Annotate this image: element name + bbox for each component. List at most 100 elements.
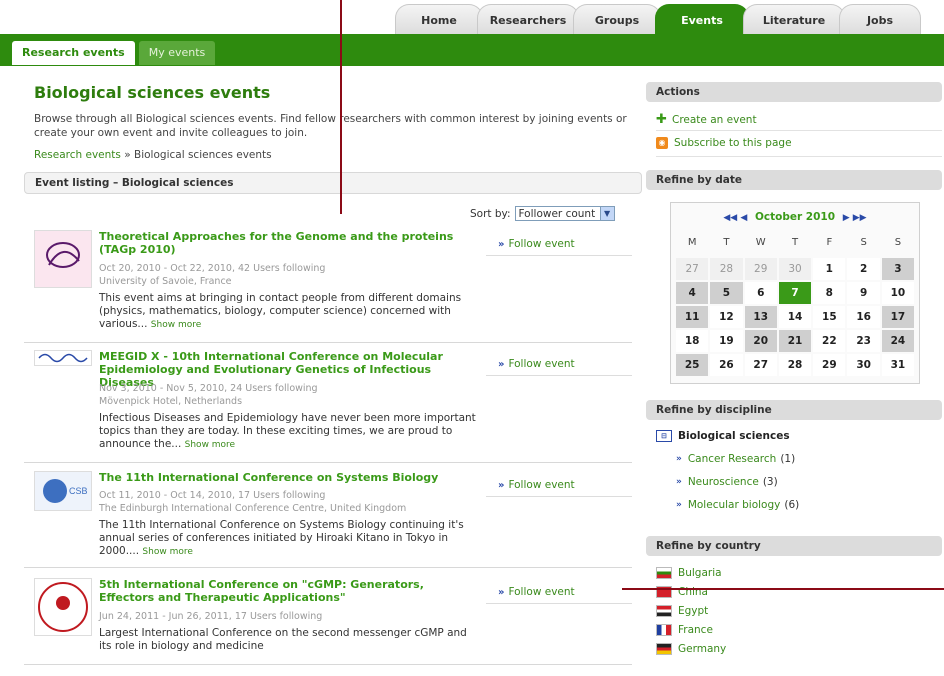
tab-events[interactable]: Events [655,4,749,35]
show-more-link[interactable]: Show more [151,320,201,330]
discipline-item[interactable]: » Neuroscience (3) [676,476,778,488]
breadcrumb-current: Biological sciences events [134,149,272,161]
tab-home[interactable]: Home [395,4,483,35]
event-title[interactable]: Theoretical Approaches for the Genome an… [99,230,479,256]
follow-event-button[interactable]: » Follow event [486,236,632,256]
flag-icon [656,567,672,579]
breadcrumb-separator: » [124,149,131,161]
discipline-item[interactable]: » Molecular biology (6) [676,499,799,511]
tree-collapse-icon: ⊟ [656,430,672,442]
tab-researchers[interactable]: Researchers [477,4,579,35]
discipline-count: (6) [784,499,800,511]
page-title: Biological sciences events [34,83,271,102]
country-label: Bulgaria [678,567,722,579]
calendar-day[interactable]: 3 [881,258,915,280]
calendar-weekday: S [860,237,867,248]
calendar-day[interactable]: 25 [676,354,709,376]
calendar-day[interactable]: 16 [847,306,880,328]
calendar-next-icon[interactable]: ▶ ▶▶ [843,213,867,223]
country-item[interactable]: Germany [656,643,726,655]
plus-icon: ✚ [656,112,667,127]
calendar-day[interactable]: 19 [710,330,743,352]
follow-icon: » [498,480,505,491]
breadcrumb-research-events[interactable]: Research events [34,149,121,161]
calendar-day[interactable]: 27 [744,354,777,376]
follow-event-button[interactable]: » Follow event [486,477,632,497]
event-description: Largest International Conference on the … [99,627,479,653]
show-more-link[interactable]: Show more [185,440,235,450]
event-logo-icon: CSB [43,479,88,503]
calendar-day[interactable]: 30 [778,258,812,280]
calendar-day[interactable]: 11 [676,306,709,328]
calendar-day[interactable]: 23 [847,330,880,352]
arrow-icon: » [676,500,682,510]
discipline-item[interactable]: » Cancer Research (1) [676,453,795,465]
event-title[interactable]: 5th International Conference on "cGMP: G… [99,578,479,604]
tab-groups[interactable]: Groups [573,4,661,35]
calendar-day[interactable]: 31 [881,354,915,376]
calendar-prev-icon[interactable]: ◀◀ ◀ [723,213,747,223]
calendar-weekday: T [723,237,730,248]
calendar: ◀◀ ◀ October 2010 ▶ ▶▶ MTWTFSS 27 28 29 30 1… [670,202,920,384]
tab-literature[interactable]: Literature [743,4,845,35]
calendar-day[interactable]: 7 [778,282,812,304]
calendar-day[interactable]: 29 [813,354,846,376]
country-item[interactable]: Egypt [656,605,708,617]
calendar-day[interactable]: 28 [710,258,743,280]
calendar-day[interactable]: 27 [676,258,709,280]
follow-event-button[interactable]: » Follow event [486,356,632,376]
discipline-label: Molecular biology [687,499,781,511]
event-title[interactable]: The 11th International Conference on Sys… [99,471,479,484]
calendar-day[interactable]: 20 [744,330,777,352]
sort-label: Sort by: [470,207,511,220]
calendar-day[interactable]: 12 [710,306,743,328]
country-item[interactable]: Bulgaria [656,567,722,579]
calendar-day[interactable]: 8 [813,282,846,304]
calendar-day[interactable]: 22 [813,330,846,352]
arrow-icon: » [676,454,682,464]
calendar-day[interactable]: 14 [778,306,812,328]
event-item: Theoretical Approaches for the Genome an… [24,230,632,343]
calendar-day[interactable]: 18 [676,330,709,352]
calendar-day[interactable]: 2 [847,258,880,280]
follow-label: Follow event [508,586,575,598]
calendar-day[interactable]: 21 [778,330,812,352]
svg-text:CSB: CSB [69,486,88,496]
rss-icon: ◉ [656,137,668,149]
calendar-day[interactable]: 29 [744,258,777,280]
show-more-link[interactable]: Show more [142,547,192,557]
calendar-day[interactable]: 13 [744,306,777,328]
calendar-day[interactable]: 9 [847,282,880,304]
listing-header: Event listing – Biological sciences [24,172,642,194]
event-description-text: Largest International Conference on the … [99,627,467,652]
tab-jobs[interactable]: Jobs [839,4,921,35]
country-item[interactable]: France [656,624,713,636]
date-panel-header: Refine by date [646,170,942,190]
calendar-day[interactable]: 15 [813,306,846,328]
event-logo-icon [38,353,88,363]
follow-event-button[interactable]: » Follow event [486,584,632,604]
calendar-day[interactable]: 1 [813,258,846,280]
discipline-root[interactable]: ⊟ Biological sciences [656,430,790,442]
divider [656,156,942,157]
calendar-day[interactable]: 4 [676,282,709,304]
calendar-day[interactable]: 10 [881,282,915,304]
calendar-day[interactable]: 26 [710,354,743,376]
event-thumbnail: CSB [34,471,92,511]
calendar-day[interactable]: 30 [847,354,880,376]
subtab-my-events[interactable]: My events [138,41,216,65]
discipline-label: Neuroscience [687,476,759,488]
calendar-day[interactable]: 24 [881,330,915,352]
subtab-research-events[interactable]: Research events [12,41,135,65]
flag-icon [656,643,672,655]
calendar-day[interactable]: 5 [710,282,743,304]
create-event-label: Create an event [672,113,757,126]
discipline-root-label: Biological sciences [678,430,790,442]
sort-value: Follower count [518,208,596,220]
calendar-day[interactable]: 28 [778,354,812,376]
calendar-day[interactable]: 17 [881,306,915,328]
create-event-link[interactable]: ✚ Create an event [656,112,757,127]
calendar-day[interactable]: 6 [744,282,777,304]
subscribe-link[interactable]: ◉ Subscribe to this page [656,137,792,149]
sort-select[interactable]: Follower count ▼ [514,206,615,221]
